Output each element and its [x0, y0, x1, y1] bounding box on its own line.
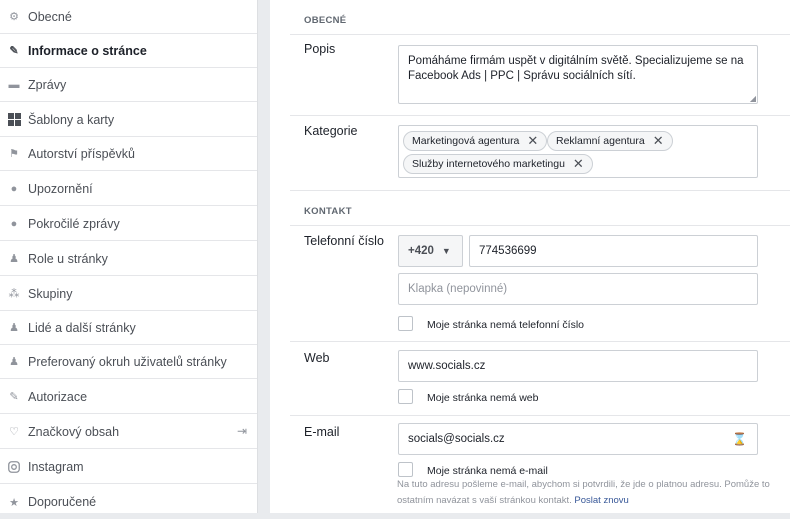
sidebar-item-label: Zprávy: [28, 77, 67, 92]
extension-placeholder: Klapka (nepovinné): [408, 283, 508, 295]
sidebar-item-label: Autorizace: [28, 389, 88, 404]
web-label: Web: [304, 351, 330, 365]
divider: [290, 225, 790, 226]
globe-icon: ●: [10, 182, 18, 195]
sidebar-item-obecne[interactable]: ⚙ Obecné: [0, 0, 257, 34]
page-info-form: OBECNÉ Popis Pomáháme firmám uspět v dig…: [270, 0, 790, 513]
sidebar-item-upozorneni[interactable]: ● Upozornění: [0, 172, 257, 206]
sidebar-item-label: Doporučené: [28, 495, 97, 509]
remove-tag-icon[interactable]: ✕: [527, 133, 538, 149]
no-email-checkbox[interactable]: [398, 462, 413, 477]
divider: [290, 115, 790, 116]
sidebar-item-label: Upozornění: [28, 181, 93, 196]
sidebar-item-doporucene[interactable]: ★ Doporučené: [0, 485, 257, 519]
sidebar-item-instagram[interactable]: Instagram: [0, 450, 257, 484]
sidebar-item-label: Preferovaný okruh uživatelů stránky: [28, 354, 227, 369]
sidebar-item-zpravy[interactable]: ▬ Zprávy: [0, 68, 257, 102]
category-tag: Služby internetového marketingu ✕: [403, 154, 593, 174]
sidebar-item-role-u-stranky[interactable]: ♟ Role u stránky: [0, 242, 257, 276]
country-code-value: +420: [408, 245, 434, 257]
sidebar-item-lide-a-dalsi-stranky[interactable]: ♟ Lidé a další stránky: [0, 311, 257, 345]
no-email-label: Moje stránka nemá e-mail: [427, 465, 548, 477]
phone-label: Telefonní číslo: [304, 234, 384, 248]
no-web-checkbox[interactable]: [398, 389, 413, 404]
web-value: www.socials.cz: [408, 360, 486, 372]
handshake-icon: ♡: [9, 426, 19, 438]
sidebar-item-label: Autorství příspěvků: [28, 146, 135, 161]
person-add-icon: ♟: [9, 356, 19, 368]
sidebar-item-skupiny[interactable]: ⁂ Skupiny: [0, 277, 257, 311]
sidebar-item-label: Role u stránky: [28, 251, 108, 266]
sidebar-item-sablony-a-karty[interactable]: Šablony a karty: [0, 103, 257, 137]
instagram-icon: [7, 460, 21, 474]
star-icon: ★: [9, 496, 19, 509]
messenger-icon: ●: [10, 217, 18, 230]
remove-tag-icon[interactable]: ✕: [573, 156, 584, 172]
sidebar-item-znackovy-obsah[interactable]: ♡ Značkový obsah ⇥: [0, 415, 257, 449]
sidebar-item-label: Skupiny: [28, 286, 73, 301]
category-label: Kategorie: [304, 124, 358, 138]
person-add-icon: ♟: [9, 322, 19, 334]
remove-tag-icon[interactable]: ✕: [653, 133, 664, 149]
description-text: Pomáháme firmám uspět v digitálním světě…: [408, 55, 744, 82]
external-link-icon[interactable]: ⇥: [237, 424, 247, 438]
settings-sidebar: ⚙ Obecné ✎ Informace o stránce ▬ Zprávy …: [0, 0, 258, 513]
person-icon: ♟: [9, 253, 19, 265]
country-code-select[interactable]: +420 ▼: [398, 235, 463, 267]
sidebar-item-label: Značkový obsah: [28, 424, 120, 439]
description-label: Popis: [304, 42, 336, 56]
category-tag-label: Služby internetového marketingu: [412, 158, 565, 170]
section-heading-general: OBECNÉ: [304, 15, 347, 26]
sidebar-item-label: Lidé a další stránky: [28, 320, 136, 335]
email-input[interactable]: socials@socials.cz ⌛: [398, 423, 758, 455]
grid-icon: [7, 113, 21, 127]
divider: [290, 341, 790, 342]
web-input[interactable]: www.socials.cz: [398, 350, 758, 382]
sidebar-item-label: Šablony a karty: [28, 112, 115, 127]
email-value: socials@socials.cz: [408, 433, 505, 445]
category-tag: Reklamní agentura ✕: [547, 131, 673, 151]
chat-icon: ▬: [8, 78, 20, 91]
sidebar-item-autorizace[interactable]: ✎ Autorizace: [0, 380, 257, 414]
divider: [290, 415, 790, 416]
resend-link[interactable]: Poslat znovu: [574, 495, 628, 506]
sidebar-item-autorstvi-prispevku[interactable]: ⚑ Autorství příspěvků: [0, 137, 257, 171]
sidebar-item-label: Instagram: [28, 459, 84, 474]
gutter: [258, 0, 270, 513]
no-phone-checkbox[interactable]: [398, 316, 413, 331]
phone-input[interactable]: 774536699: [469, 235, 758, 267]
divider: [290, 190, 790, 191]
pencil-icon: ✎: [9, 45, 19, 57]
no-web-label: Moje stránka nemá web: [427, 392, 539, 404]
wrench-icon: ✎: [9, 391, 19, 403]
extension-input[interactable]: Klapka (nepovinné): [398, 273, 758, 305]
section-heading-contact: KONTAKT: [304, 206, 352, 217]
flag-icon: ⚑: [9, 148, 19, 160]
no-phone-label: Moje stránka nemá telefonní číslo: [427, 319, 584, 331]
category-tag-label: Marketingová agentura: [412, 135, 520, 147]
phone-value: 774536699: [479, 245, 537, 257]
category-tag-label: Reklamní agentura: [556, 135, 645, 147]
sidebar-item-preferovany-okruh[interactable]: ♟ Preferovaný okruh uživatelů stránky: [0, 345, 257, 379]
description-textarea[interactable]: Pomáháme firmám uspět v digitálním světě…: [398, 45, 758, 104]
chevron-down-icon: ▼: [441, 246, 451, 256]
sidebar-item-label: Pokročilé zprávy: [28, 216, 120, 231]
category-tag: Marketingová agentura ✕: [403, 131, 548, 151]
sidebar-item-informace-o-strance[interactable]: ✎ Informace o stránce: [0, 34, 257, 68]
email-hint: Na tuto adresu pošleme e-mail, abychom s…: [397, 477, 777, 509]
divider: [290, 34, 790, 35]
resize-handle-icon[interactable]: ◢: [750, 94, 756, 103]
group-icon: ⁂: [8, 288, 20, 300]
sidebar-item-label: Obecné: [28, 9, 72, 24]
gear-icon: ⚙: [9, 11, 19, 23]
hourglass-icon: ⌛: [732, 432, 747, 446]
sidebar-item-pokrocile-zpravy[interactable]: ● Pokročilé zprávy: [0, 207, 257, 241]
email-label: E-mail: [304, 425, 340, 439]
sidebar-item-label: Informace o stránce: [28, 43, 147, 58]
